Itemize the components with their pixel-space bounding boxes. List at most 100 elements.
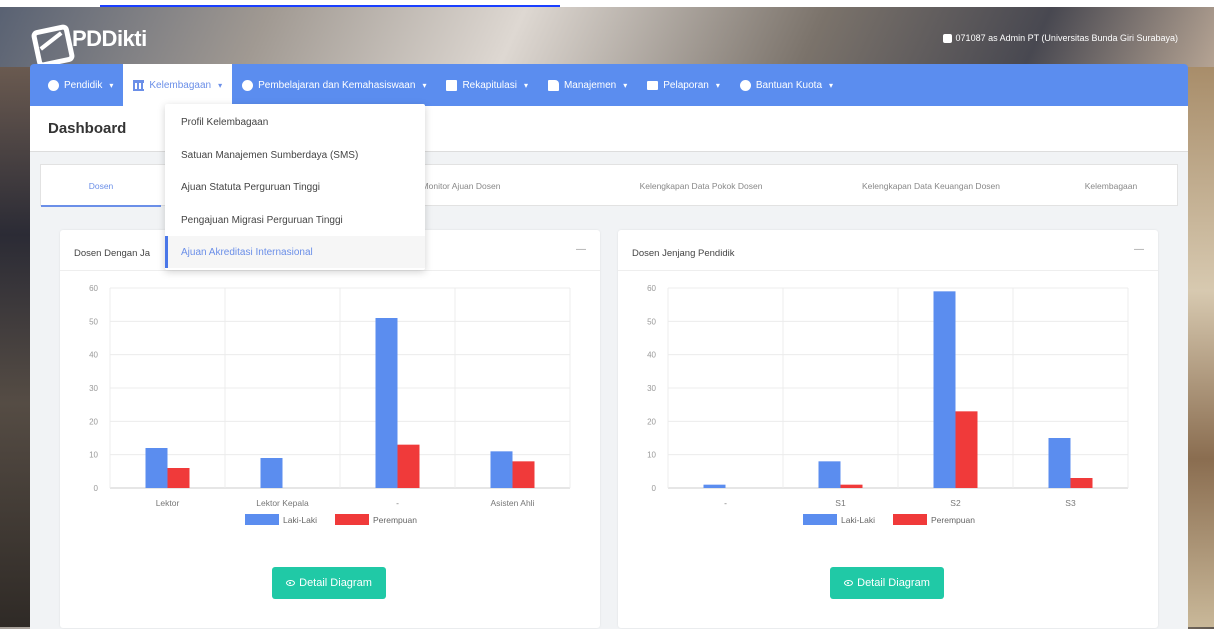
nav-label: Pelaporan [663,79,709,91]
chart-jabatan: 0 10 20 30 40 50 60 Lektor Lektor Kepala - Asisten… [89,284,571,525]
y-tick-label: 10 [647,451,656,460]
bar-laki-laki [933,291,956,488]
bar-perempuan [955,411,978,488]
y-tick-label: 20 [89,417,98,426]
bar-laki-laki [703,484,726,488]
y-tick-label: 60 [647,284,656,293]
chart-jenjang: 0 10 20 30 40 50 60 - S1 S2 S3 Laki-Laki Perempuan [647,284,1129,525]
menu-item-profil-kelembagaan[interactable]: Profil Kelembagaan [165,106,425,138]
y-tick-label: 50 [89,317,98,326]
bar-perempuan [397,444,420,488]
tab-kelembagaan[interactable]: Kelembagaan [1051,181,1171,191]
nav-kelembagaan[interactable]: Kelembagaan ▾ [123,64,233,106]
tab-dosen[interactable]: Dosen [41,181,161,191]
nav-pendidik[interactable]: Pendidik ▾ [38,64,123,106]
caret-down-icon: ▾ [422,80,427,90]
nav-label: Manajemen [563,79,617,91]
nav-pembelajaran[interactable]: Pembelajaran dan Kemahasiswaan ▾ [232,64,436,106]
bar-laki-laki [818,461,841,488]
legend-swatch-laki-laki [803,514,837,525]
user-badge-icon [942,33,952,43]
legend-label: Perempuan [931,515,975,525]
x-tick-label: S1 [835,498,846,508]
button-label: Detail Diagram [857,577,930,589]
x-tick-label: Lektor Kepala [256,498,309,508]
background-photo-right [1184,67,1214,627]
pddikti-logo[interactable]: PDDikti [30,19,147,59]
nav-label: Rekapitulasi [462,79,517,91]
caret-down-icon: ▾ [623,80,628,90]
eye-icon [844,580,854,586]
x-tick-label: - [724,498,727,508]
y-tick-label: 0 [94,484,99,493]
user-account[interactable]: 071087 as Admin PT (Universitas Bunda Gi… [942,33,1178,43]
bar-perempuan [167,468,190,488]
nav-pelaporan[interactable]: Pelaporan ▾ [637,64,730,106]
card-divider [618,270,1158,271]
detail-diagram-button[interactable]: Detail Diagram [830,567,944,599]
menu-item-ajuan-statuta[interactable]: Ajuan Statuta Perguruan Tinggi [165,171,425,203]
card-menu-icon[interactable]: — [576,244,586,255]
tab-kelengkapan-data-pokok[interactable]: Kelengkapan Data Pokok Dosen [591,181,811,191]
y-tick-label: 20 [647,417,656,426]
button-label: Detail Diagram [299,577,372,589]
bar-laki-laki [375,318,398,488]
chart-title: Dosen Dengan Ja [74,248,151,259]
card-menu-icon[interactable]: — [1134,244,1144,255]
x-tick-label: Asisten Ahli [491,498,535,508]
detail-diagram-button[interactable]: Detail Diagram [272,567,386,599]
y-tick-label: 10 [89,451,98,460]
legend-swatch-laki-laki [245,514,279,525]
legend-label: Perempuan [373,515,417,525]
user-label: 071087 as Admin PT (Universitas Bunda Gi… [955,33,1178,43]
bar-laki-laki [490,451,513,488]
menu-item-migrasi-pt[interactable]: Pengajuan Migrasi Perguruan Tinggi [165,204,425,236]
nav-bantuan-kuota[interactable]: Bantuan Kuota ▾ [730,64,843,106]
main-navbar: Pendidik ▾ Kelembagaan ▾ Pembelajaran dan … [30,64,1188,106]
caret-down-icon: ▾ [109,80,114,90]
y-tick-label: 40 [89,351,98,360]
y-tick-label: 60 [89,284,98,293]
menu-item-sms[interactable]: Satuan Manajemen Sumberdaya (SMS) [165,139,425,171]
user-circle-icon [48,79,59,91]
legend-label: Laki-Laki [283,515,317,525]
user-circle-icon [739,79,751,91]
nav-manajemen[interactable]: Manajemen ▾ [538,64,637,106]
x-tick-label: - [396,498,399,508]
chart-title: Dosen Jenjang Pendidik [632,248,735,259]
caret-down-icon: ▾ [715,80,720,90]
kelembagaan-dropdown-menu: Profil Kelembagaan Satuan Manajemen Sumb… [165,104,425,270]
top-link-underline[interactable] [100,0,560,7]
page-title: Dashboard [48,120,127,137]
eye-icon [286,580,296,586]
bar-laki-laki [1048,438,1071,488]
nav-label: Pendidik [64,79,103,91]
menu-item-akreditasi-internasional[interactable]: Ajuan Akreditasi Internasional [165,236,425,268]
table-icon [446,79,458,91]
y-tick-label: 0 [652,484,657,493]
x-tick-label: S3 [1065,498,1076,508]
legend-swatch-perempuan [893,514,927,525]
logo-text: PDDikti [72,26,147,51]
bar-laki-laki [260,458,283,488]
chart-card-jabatan: Dosen Dengan Ja — 0 10 20 30 40 50 60 Lektor Lek… [60,230,600,628]
folder-icon [647,80,659,90]
y-tick-label: 30 [89,384,98,393]
institution-icon [133,79,145,91]
bar-laki-laki [145,448,168,488]
card-divider [60,270,600,271]
active-tab-indicator [41,205,161,207]
chart-card-jenjang: Dosen Jenjang Pendidik — 0 10 20 30 40 50 60 - S… [618,230,1158,628]
nav-label: Pembelajaran dan Kemahasiswaan [258,79,416,91]
document-icon [547,79,559,91]
y-tick-label: 40 [647,351,656,360]
caret-down-icon: ▾ [829,80,834,90]
tab-kelengkapan-data-keuangan[interactable]: Kelengkapan Data Keuangan Dosen [811,181,1051,191]
y-tick-label: 30 [647,384,656,393]
nav-label: Kelembagaan [149,79,212,91]
legend-swatch-perempuan [335,514,369,525]
bar-perempuan [512,461,535,488]
user-circle-icon [242,79,254,91]
bar-perempuan [840,484,863,488]
nav-rekapitulasi[interactable]: Rekapitulasi ▾ [436,64,538,106]
